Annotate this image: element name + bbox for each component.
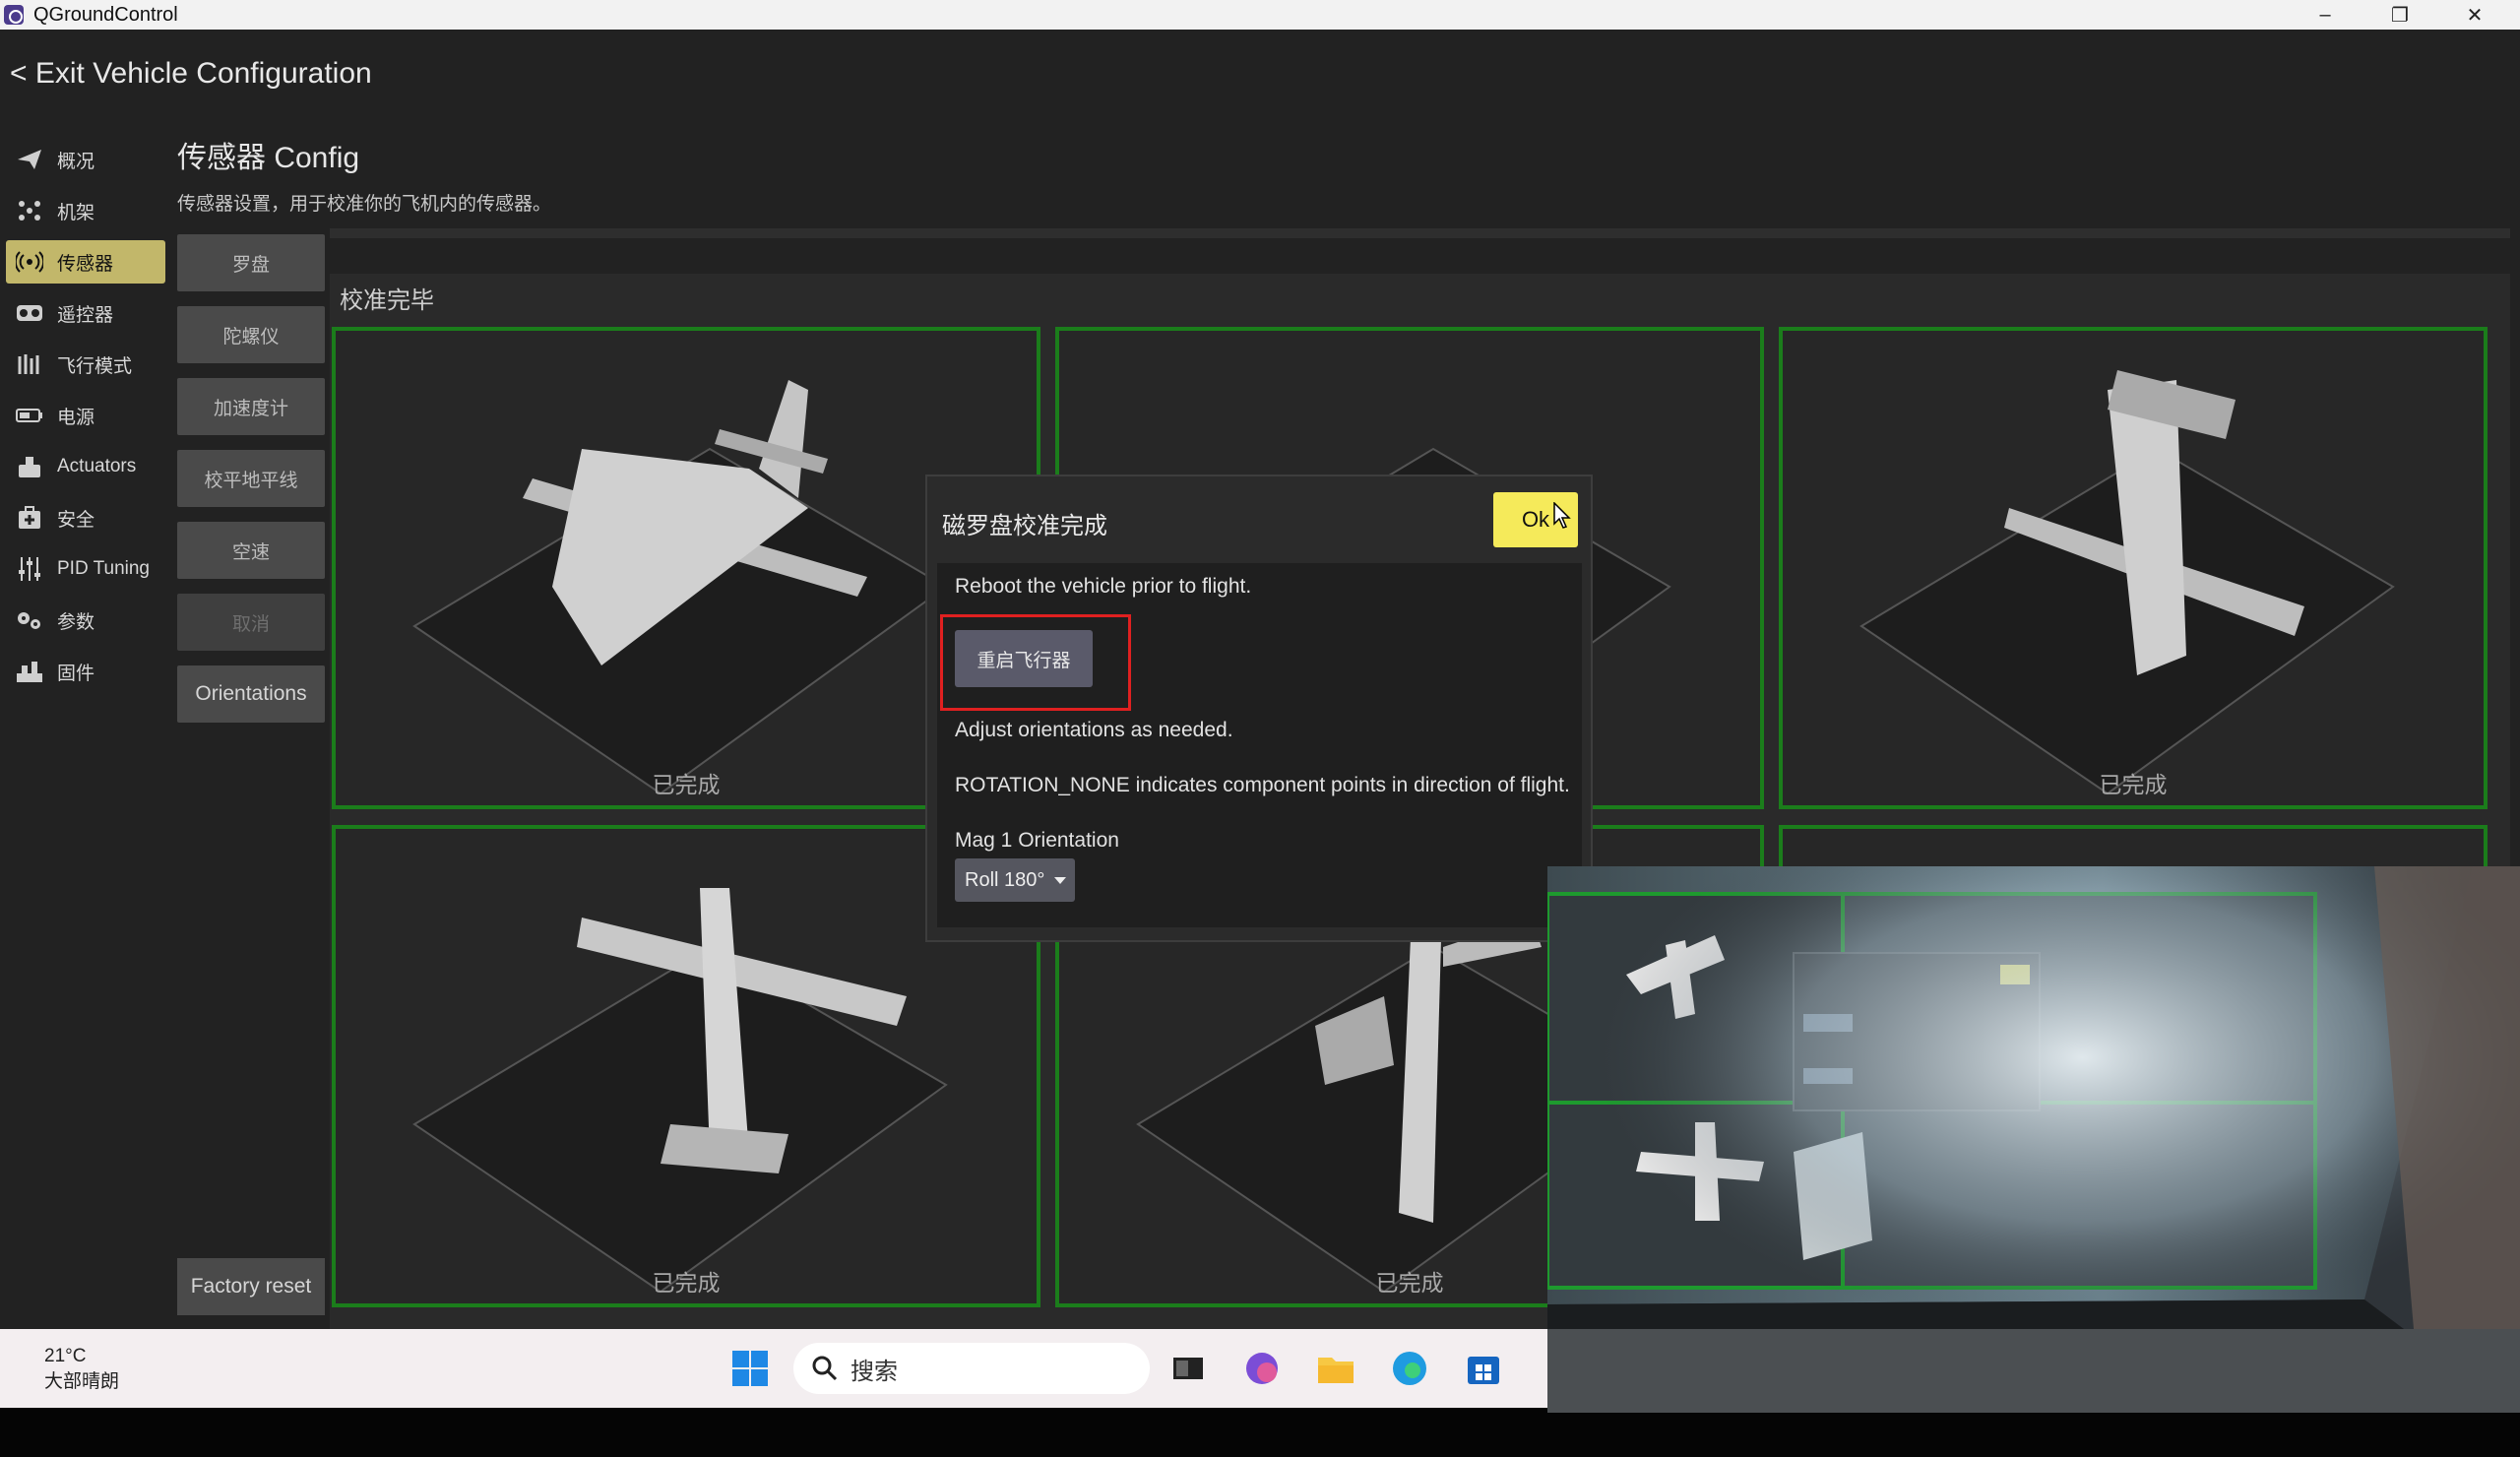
- close-button[interactable]: ✕: [2445, 0, 2504, 30]
- sidebar-item-flight-modes[interactable]: 飞行模式: [6, 343, 165, 386]
- sidebar-item-label: 遥控器: [57, 304, 114, 326]
- camera-feed-image: [1547, 866, 2520, 1413]
- tile-done-label: 已完成: [652, 1270, 721, 1296]
- mouse-cursor-icon: [1553, 502, 1571, 529]
- sidebar-item-label: 参数: [57, 611, 95, 633]
- sidebar-item-label: PID Tuning: [57, 558, 150, 579]
- screen-bottom-edge: [0, 1408, 2520, 1457]
- qgc-app-icon: [4, 5, 24, 25]
- sidebar-item-actuators[interactable]: Actuators: [6, 445, 165, 488]
- restore-button[interactable]: ❐: [2370, 0, 2429, 30]
- actuators-icon: [16, 455, 43, 478]
- sensor-icon: [16, 250, 43, 274]
- microsoft365-icon[interactable]: [1240, 1347, 1284, 1390]
- page-subtitle: 传感器设置，用于校准你的飞机内的传感器。: [177, 194, 552, 215]
- accelerometer-button[interactable]: 加速度计: [177, 378, 325, 435]
- firmware-icon: [16, 660, 43, 683]
- sidebar-item-label: 飞行模式: [57, 355, 133, 377]
- taskbar-search-input[interactable]: 搜索: [793, 1343, 1150, 1394]
- mag-orientation-select[interactable]: Roll 180°: [955, 858, 1075, 902]
- edge-browser-icon[interactable]: [1388, 1347, 1431, 1390]
- windows-start-icon[interactable]: [728, 1347, 772, 1390]
- sidebar: 概况 机架 传感器 遥控器 飞行模式 电源 Actuators 安全 PID T…: [6, 138, 165, 701]
- sidebar-item-pid-tuning[interactable]: PID Tuning: [6, 547, 165, 591]
- sidebar-item-label: 安全: [57, 509, 95, 531]
- mag-orientation-value: Roll 180°: [965, 868, 1045, 891]
- radio-icon: [16, 301, 43, 325]
- compass-button[interactable]: 罗盘: [177, 234, 325, 291]
- gyroscope-button[interactable]: 陀螺仪: [177, 306, 325, 363]
- paper-plane-icon: [16, 148, 43, 171]
- adjust-orientation-text: Adjust orientations as needed.: [955, 719, 1233, 741]
- search-icon: [812, 1356, 838, 1381]
- sidebar-item-parameters[interactable]: 参数: [6, 599, 165, 642]
- minimize-button[interactable]: –: [2296, 0, 2355, 30]
- sidebar-item-label: 电源: [57, 407, 95, 428]
- dialog-body: Reboot the vehicle prior to flight. 重启飞行…: [937, 563, 1582, 927]
- window-titlebar: QGroundControl – ❐ ✕: [0, 0, 2520, 30]
- camera-overlay-photo: [1547, 866, 2520, 1413]
- sidebar-item-label: 固件: [57, 663, 95, 684]
- orientations-button[interactable]: Orientations: [177, 665, 325, 723]
- dialog-title: 磁罗盘校准完成: [942, 513, 1107, 539]
- sidebar-item-summary[interactable]: 概况: [6, 138, 165, 181]
- sliders-icon: [16, 557, 43, 581]
- sidebar-item-safety[interactable]: 安全: [6, 496, 165, 539]
- battery-icon: [16, 404, 43, 427]
- search-placeholder: 搜索: [850, 1358, 898, 1385]
- gears-icon: [16, 608, 43, 632]
- window-title: QGroundControl: [33, 3, 178, 26]
- compass-calibration-dialog: 磁罗盘校准完成 Ok Reboot the vehicle prior to f…: [925, 475, 1593, 942]
- sensor-subnav: 罗盘 陀螺仪 加速度计 校平地平线 空速 取消 Orientations: [177, 234, 325, 737]
- plane-nose-up-illustration: [1859, 370, 2395, 795]
- chevron-down-icon: [1054, 876, 1067, 884]
- airframe-icon: [16, 199, 43, 222]
- microsoft-store-icon[interactable]: [1462, 1347, 1505, 1390]
- mag-orientation-label: Mag 1 Orientation: [955, 829, 1119, 852]
- tile-done-label: 已完成: [2099, 772, 2168, 797]
- airspeed-button[interactable]: 空速: [177, 522, 325, 579]
- level-horizon-button[interactable]: 校平地平线: [177, 450, 325, 507]
- task-view-icon[interactable]: [1166, 1347, 1210, 1390]
- sidebar-item-label: Actuators: [57, 456, 137, 476]
- calibration-status-title: 校准完毕: [340, 287, 434, 314]
- page-title: 传感器 Config: [177, 142, 360, 174]
- reboot-vehicle-button[interactable]: 重启飞行器: [955, 630, 1093, 687]
- file-explorer-icon[interactable]: [1314, 1347, 1357, 1390]
- weather-description: 大部晴朗: [44, 1371, 120, 1392]
- orientation-tile-3: 已完成: [1779, 327, 2488, 809]
- cancel-button[interactable]: 取消: [177, 594, 325, 651]
- sidebar-item-label: 概况: [57, 151, 95, 172]
- sidebar-item-label: 机架: [57, 202, 95, 223]
- sidebar-item-sensors[interactable]: 传感器: [6, 240, 165, 284]
- rotation-none-text: ROTATION_NONE indicates component points…: [955, 774, 1570, 796]
- reboot-instruction: Reboot the vehicle prior to flight.: [955, 575, 1252, 598]
- sidebar-item-power[interactable]: 电源: [6, 394, 165, 437]
- sidebar-item-radio[interactable]: 遥控器: [6, 291, 165, 335]
- safety-icon: [16, 506, 43, 530]
- sidebar-item-firmware[interactable]: 固件: [6, 650, 165, 693]
- header-divider: [330, 228, 2510, 238]
- sidebar-item-airframe[interactable]: 机架: [6, 189, 165, 232]
- flight-modes-icon: [16, 352, 43, 376]
- factory-reset-button[interactable]: Factory reset: [177, 1258, 325, 1315]
- sidebar-item-label: 传感器: [57, 253, 114, 275]
- weather-widget[interactable]: 21°C 大部晴朗: [44, 1344, 119, 1395]
- exit-vehicle-config-button[interactable]: < Exit Vehicle Configuration: [10, 57, 372, 91]
- weather-temp: 21°C: [44, 1346, 87, 1366]
